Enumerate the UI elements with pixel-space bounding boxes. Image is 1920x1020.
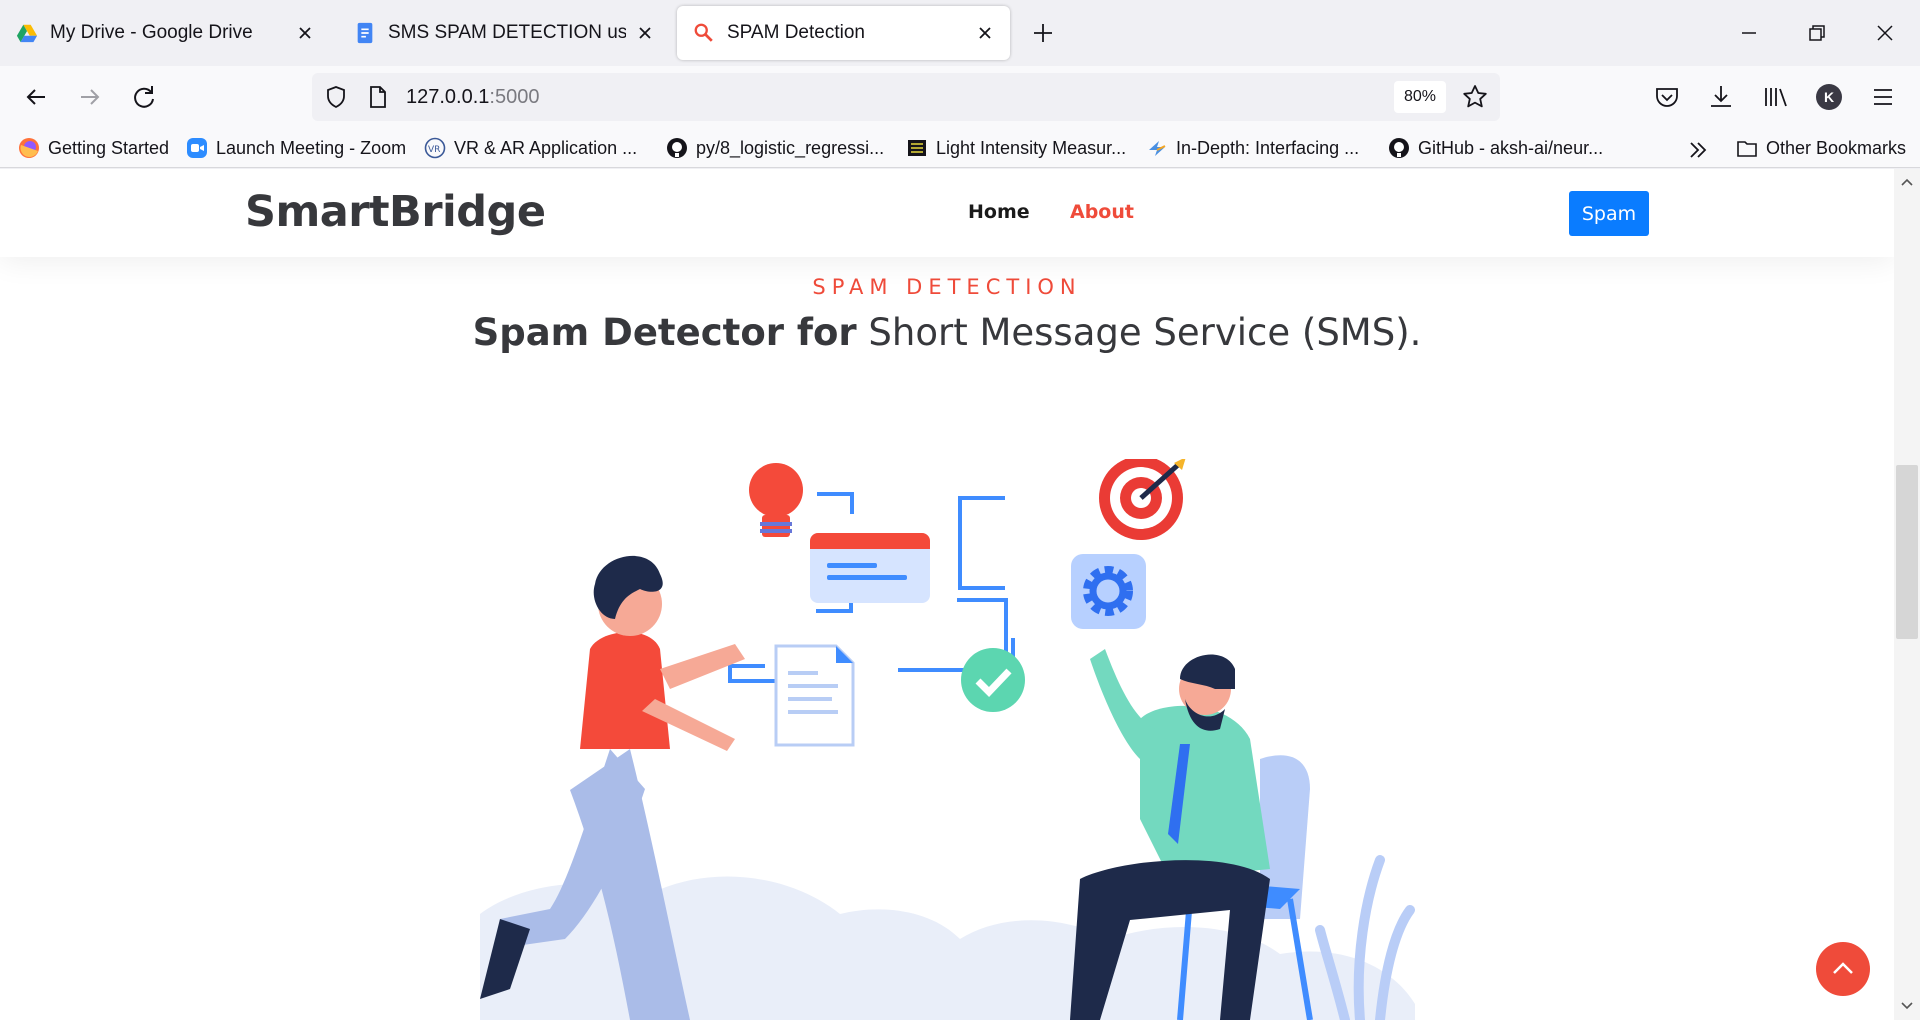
- github-icon: [1389, 138, 1409, 158]
- close-icon[interactable]: [974, 22, 996, 44]
- bookmark-label: Getting Started: [48, 137, 170, 158]
- bookmark-zoom[interactable]: Launch Meeting - Zoom: [186, 134, 406, 162]
- window-close-icon[interactable]: [1870, 18, 1900, 48]
- tab-title: My Drive - Google Drive: [50, 22, 253, 43]
- tab-title: SMS SPAM DETECTION using IBM Watson: [388, 22, 626, 43]
- scroll-up-arrow-icon[interactable]: [1900, 175, 1914, 189]
- bolt-icon: [1149, 141, 1166, 156]
- bookmark-github-aksh[interactable]: GitHub - aksh-ai/neur...: [1388, 134, 1603, 162]
- gear-icon: [1071, 554, 1146, 629]
- firefox-icon: [19, 138, 39, 158]
- bookmark-label: Launch Meeting - Zoom: [216, 137, 407, 158]
- bookmark-label: Light Intensity Measur...: [936, 137, 1127, 158]
- tab-strip: My Drive - Google Drive SMS SPAM DETECTI…: [0, 0, 1920, 66]
- bookmark-interfacing[interactable]: In-Depth: Interfacing ...: [1146, 134, 1359, 162]
- message-card-icon: [810, 533, 930, 603]
- hero-headline: Spam Detector for Short Message Service …: [0, 311, 1894, 354]
- bookmark-star-icon[interactable]: [1462, 84, 1488, 110]
- github-icon: [667, 138, 687, 158]
- svg-text:VR: VR: [428, 145, 440, 155]
- forward-arrow-icon[interactable]: [73, 80, 107, 114]
- nav-about-link[interactable]: About: [1070, 201, 1134, 223]
- bookmark-label: py/8_logistic_regressi...: [696, 137, 885, 158]
- section-kicker: SPAM DETECTION: [812, 275, 1082, 299]
- url-host: 127.0.0.1: [406, 86, 490, 108]
- address-bar[interactable]: 127.0.0.1:5000 80%: [312, 73, 1500, 121]
- magnifier-icon: [694, 23, 713, 42]
- lightbulb-icon: [749, 463, 803, 537]
- bookmark-label: In-Depth: Interfacing ...: [1176, 137, 1360, 158]
- site-logo[interactable]: SmartBridge: [245, 187, 546, 237]
- chevron-double-right-icon[interactable]: [1686, 138, 1710, 162]
- pocket-icon[interactable]: [1650, 80, 1684, 114]
- folder-icon: [1737, 141, 1757, 157]
- hero-illustration: [480, 459, 1415, 1020]
- bookmark-logistic-regression[interactable]: py/8_logistic_regressi...: [666, 134, 884, 162]
- target-icon: [1099, 459, 1186, 540]
- download-icon[interactable]: [1704, 80, 1738, 114]
- bookmark-label: GitHub - aksh-ai/neur...: [1418, 137, 1604, 158]
- spam-button[interactable]: Spam: [1569, 191, 1649, 236]
- url-text[interactable]: 127.0.0.1:5000: [406, 86, 539, 109]
- bookmark-vr-ar[interactable]: VR VR & AR Application ...: [424, 134, 637, 162]
- tab-title: SPAM Detection: [727, 22, 865, 43]
- scroll-down-arrow-icon[interactable]: [1900, 999, 1914, 1013]
- new-tab-plus-icon[interactable]: [1028, 18, 1058, 48]
- close-icon[interactable]: [634, 22, 656, 44]
- vertical-scrollbar[interactable]: [1894, 169, 1920, 1020]
- tab-google-drive[interactable]: My Drive - Google Drive: [0, 6, 330, 60]
- bookmarks-bar: Getting Started Launch Meeting - Zoom VR…: [0, 128, 1920, 168]
- back-arrow-icon[interactable]: [19, 80, 53, 114]
- nav-home-link[interactable]: Home: [968, 201, 1030, 223]
- bookmark-getting-started[interactable]: Getting Started: [18, 134, 169, 162]
- chevron-up-icon: [1833, 962, 1853, 974]
- library-icon[interactable]: [1758, 80, 1792, 114]
- other-bookmarks-folder[interactable]: Other Bookmarks: [1736, 134, 1906, 162]
- tab-spam-detection[interactable]: SPAM Detection: [677, 6, 1010, 60]
- google-drive-icon: [16, 24, 38, 43]
- headline-rest: Short Message Service (SMS).: [856, 311, 1422, 354]
- tab-sms-spam-doc[interactable]: SMS SPAM DETECTION using IBM Watson: [338, 6, 670, 60]
- scroll-to-top-button[interactable]: [1816, 942, 1870, 996]
- reload-icon[interactable]: [127, 80, 161, 114]
- other-bookmarks-label: Other Bookmarks: [1766, 137, 1907, 158]
- account-avatar[interactable]: K: [1816, 84, 1842, 110]
- vr-icon: VR: [424, 137, 446, 159]
- google-docs-icon: [357, 22, 373, 44]
- minimize-icon[interactable]: [1734, 18, 1764, 48]
- url-port: :5000: [489, 86, 540, 108]
- headline-bold: Spam Detector for: [472, 311, 857, 354]
- page-viewport: SmartBridge Home About Spam SPAM DETECTI…: [0, 169, 1920, 1020]
- zoom-icon: [187, 138, 207, 158]
- navigation-toolbar: 127.0.0.1:5000 80% K: [0, 66, 1920, 128]
- shield-icon[interactable]: [324, 85, 348, 109]
- site-header: SmartBridge Home About Spam: [0, 169, 1894, 257]
- zoom-level[interactable]: 80%: [1394, 81, 1446, 113]
- menu-hamburger-icon[interactable]: [1866, 80, 1900, 114]
- bookmark-light-intensity[interactable]: Light Intensity Measur...: [906, 134, 1126, 162]
- scrollbar-thumb[interactable]: [1896, 465, 1918, 639]
- chip-icon: [908, 140, 926, 156]
- close-icon[interactable]: [294, 22, 316, 44]
- page-icon: [370, 86, 386, 108]
- document-icon: [774, 644, 855, 747]
- bookmark-label: VR & AR Application ...: [454, 137, 638, 158]
- restore-icon[interactable]: [1802, 18, 1832, 48]
- check-circle-icon: [961, 648, 1025, 712]
